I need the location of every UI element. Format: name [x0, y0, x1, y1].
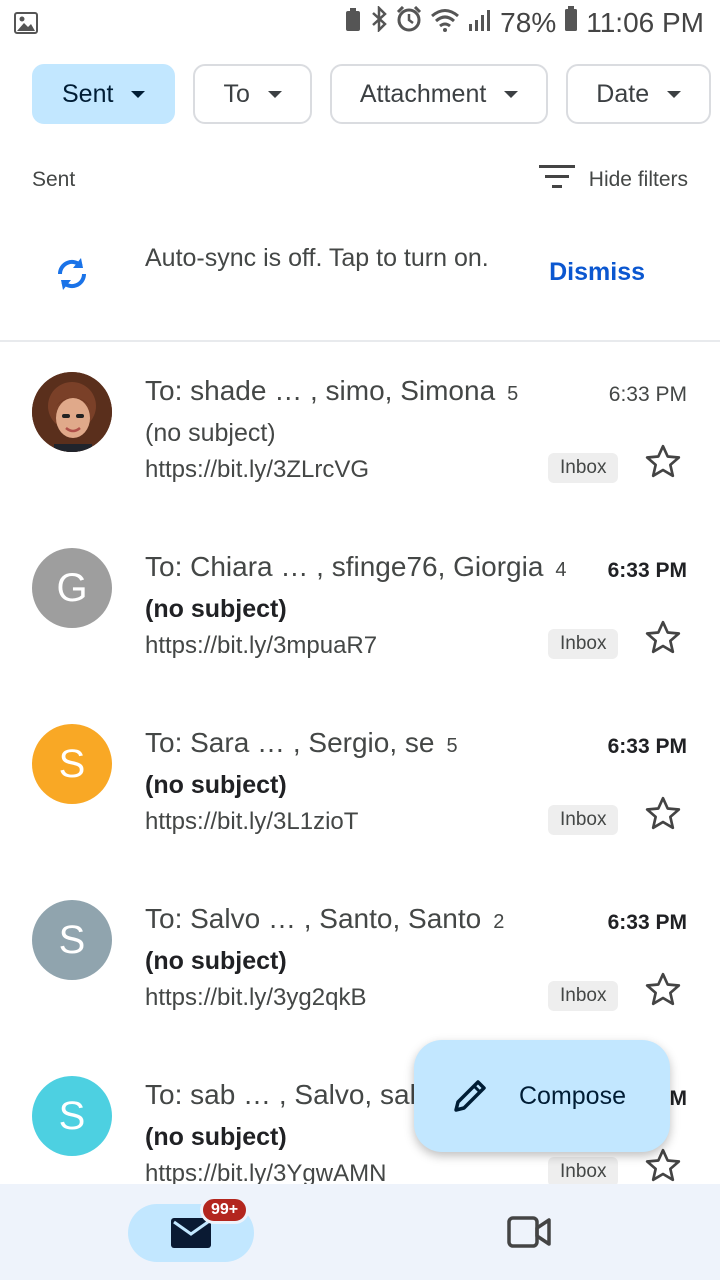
star-icon[interactable] — [643, 618, 683, 663]
email-row[interactable]: S To: Sara … , Sergio, se 5 6:33 PM (no s… — [0, 694, 720, 870]
recipients-text: To: shade … , simo, Simona — [145, 375, 496, 406]
email-snippet: https://bit.ly/3L1zioT — [145, 808, 359, 835]
battery-icon — [564, 6, 578, 39]
label-badge: Inbox — [548, 1157, 619, 1184]
recipients-text: To: Salvo … , Santo, Santo — [145, 903, 482, 934]
email-time: M — [669, 1087, 688, 1110]
avatar[interactable]: S — [32, 1076, 112, 1156]
email-time: 6:33 PM — [607, 735, 687, 758]
mail-icon — [171, 1218, 211, 1253]
status-bar: 78% 11:06 PM — [0, 0, 720, 50]
email-subject: (no subject) — [145, 771, 287, 799]
label-badge: Inbox — [548, 629, 619, 659]
compose-button[interactable]: Compose — [414, 1040, 670, 1152]
label-badge: Inbox — [548, 805, 619, 835]
star-icon[interactable] — [643, 970, 683, 1015]
avatar[interactable]: G — [32, 548, 112, 628]
chip-label: Date — [596, 79, 650, 108]
signal-icon — [468, 7, 492, 39]
clock: 11:06 PM — [586, 6, 704, 38]
star-icon[interactable] — [643, 1146, 683, 1184]
recycle-icon — [344, 7, 362, 39]
email-recipients: To: Chiara … , sfinge76, Giorgia 4 — [145, 551, 567, 583]
chip-attachment[interactable]: Attachment — [329, 64, 549, 124]
thread-count: 2 — [493, 911, 505, 933]
caret-down-icon — [667, 90, 682, 98]
sync-icon — [52, 254, 92, 299]
chip-label: Sent — [62, 79, 114, 108]
gallery-icon — [14, 12, 38, 39]
email-recipients: To: Salvo … , Santo, Santo 2 — [145, 903, 504, 935]
email-time: 6:33 PM — [607, 559, 687, 582]
email-subject: (no subject) — [145, 419, 276, 447]
chip-label: To — [223, 79, 250, 108]
avatar[interactable]: S — [32, 900, 112, 980]
recipients-text: To: Chiara … , sfinge76, Giorgia — [145, 551, 544, 582]
avatar[interactable]: S — [32, 724, 112, 804]
email-row[interactable]: S To: Salvo … , Santo, Santo 2 6:33 PM (n… — [0, 870, 720, 1046]
hide-filters-label: Hide filters — [588, 168, 688, 191]
chip-date[interactable]: Date — [566, 64, 712, 124]
autosync-banner[interactable]: Auto-sync is off. Tap to turn on. Dismis… — [0, 228, 720, 342]
unread-badge: 99+ — [200, 1196, 250, 1224]
bluetooth-icon — [370, 4, 388, 39]
folder-label: Sent — [32, 168, 76, 191]
video-camera-icon[interactable] — [507, 1214, 551, 1255]
label-badge: Inbox — [548, 453, 619, 483]
thread-count: 5 — [507, 383, 519, 405]
hide-filters-button[interactable]: Hide filters — [538, 164, 688, 196]
label-badge: Inbox — [548, 981, 619, 1011]
email-recipients: To: shade … , simo, Simona 5 — [145, 375, 518, 407]
caret-down-icon — [131, 90, 146, 98]
nav-mail-tab[interactable]: 99+ — [128, 1196, 254, 1262]
autosync-message: Auto-sync is off. Tap to turn on. — [145, 244, 489, 272]
bottom-nav: 99+ — [0, 1184, 720, 1280]
email-snippet: https://bit.ly/3mpuaR7 — [145, 632, 378, 659]
email-snippet: https://bit.ly/3yg2qkB — [145, 984, 367, 1011]
filter-lines-icon — [538, 164, 575, 196]
email-row[interactable]: G To: Chiara … , sfinge76, Giorgia 4 6:33… — [0, 518, 720, 694]
wifi-icon — [430, 7, 460, 39]
dismiss-button[interactable]: Dismiss — [549, 258, 645, 287]
thread-count: 4 — [555, 559, 567, 581]
chip-to[interactable]: To — [193, 64, 312, 124]
filter-chips: Sent To Attachment Date — [32, 64, 712, 124]
pencil-icon — [450, 1076, 490, 1121]
thread-count: 5 — [446, 735, 458, 757]
star-icon[interactable] — [643, 794, 683, 839]
recipients-text: To: sab … , Salvo, salv — [145, 1079, 430, 1110]
recipients-text: To: Sara … , Sergio, se — [145, 727, 435, 758]
battery-percent: 78% — [500, 6, 557, 38]
email-recipients: To: sab … , Salvo, salv — [145, 1079, 442, 1111]
email-snippet: https://bit.ly/3ZLrcVG — [145, 456, 370, 483]
avatar-photo[interactable] — [32, 372, 112, 452]
email-snippet: https://bit.ly/3YgwAMN — [145, 1160, 387, 1184]
alarm-icon — [396, 5, 422, 39]
email-subject: (no subject) — [145, 595, 287, 623]
email-row[interactable]: To: shade … , simo, Simona 5 6:33 PM (no … — [0, 342, 720, 518]
compose-label: Compose — [519, 1082, 626, 1110]
email-subject: (no subject) — [145, 1123, 287, 1151]
email-recipients: To: Sara … , Sergio, se 5 — [145, 727, 458, 759]
caret-down-icon — [267, 90, 282, 98]
caret-down-icon — [504, 90, 519, 98]
chip-sent[interactable]: Sent — [32, 64, 176, 124]
person-photo-icon — [32, 372, 112, 452]
email-subject: (no subject) — [145, 947, 287, 975]
chip-label: Attachment — [359, 79, 487, 108]
email-time: 6:33 PM — [608, 383, 687, 406]
email-time: 6:33 PM — [607, 911, 687, 934]
star-icon[interactable] — [643, 442, 683, 487]
